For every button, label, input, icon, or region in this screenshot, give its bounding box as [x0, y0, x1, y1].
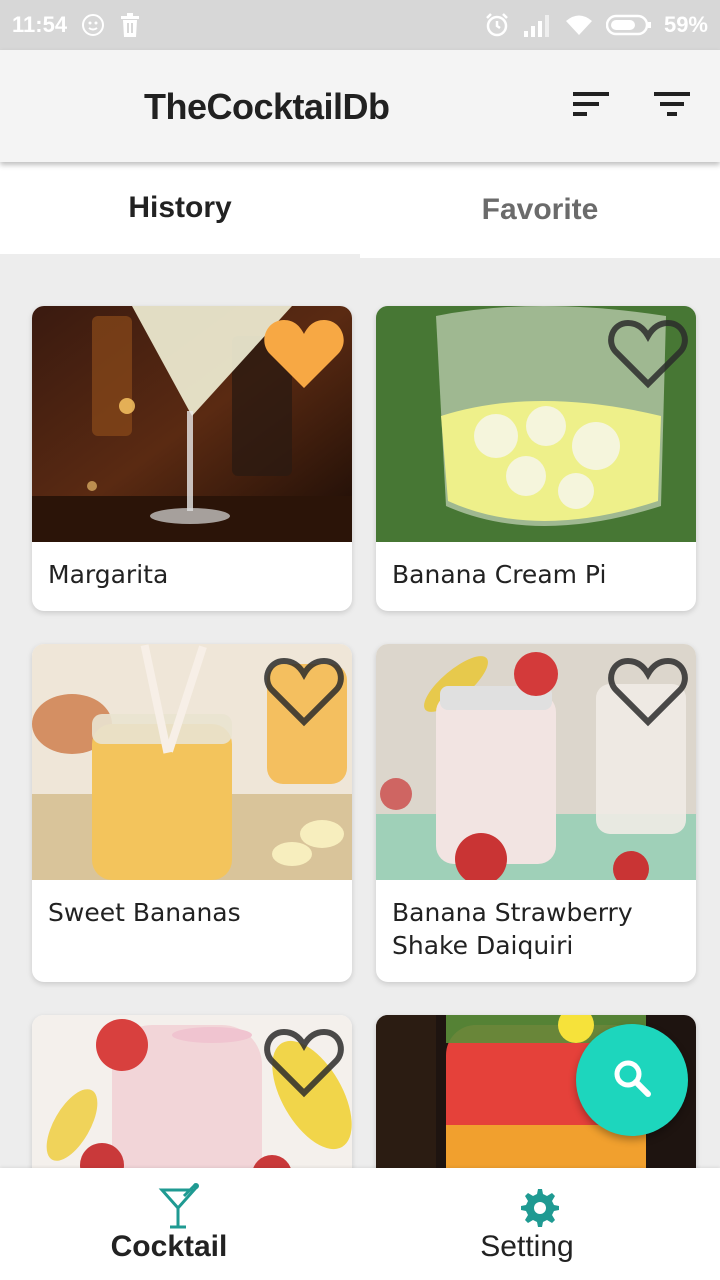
- battery-percent: 59%: [663, 12, 708, 37]
- nav-label-setting: Setting: [480, 1230, 574, 1263]
- gear-icon: [518, 1182, 562, 1230]
- drink-card[interactable]: Sweet Bananas: [32, 644, 352, 982]
- status-bar: 11:54 59%: [0, 0, 720, 50]
- bottom-nav: Cocktail Setting: [0, 1168, 720, 1280]
- battery-icon: [605, 13, 652, 37]
- signal-icon: [522, 13, 552, 37]
- alarm-icon: [484, 12, 510, 38]
- tab-favorite[interactable]: Favorite: [360, 162, 720, 258]
- drink-card[interactable]: [32, 1015, 352, 1168]
- trash-icon: [119, 13, 141, 37]
- drink-name: Banana Strawberry Shake Daiquiri: [392, 898, 633, 960]
- status-time: 11:54: [12, 12, 68, 37]
- drink-name: Banana Cream Pi: [392, 560, 607, 589]
- drink-card[interactable]: Banana Strawberry Shake Daiquiri: [376, 644, 696, 982]
- filter-icon: [653, 90, 691, 123]
- nav-item-setting[interactable]: Setting: [360, 1168, 720, 1280]
- favorite-heart-icon[interactable]: [606, 654, 690, 730]
- face-icon: [81, 13, 105, 37]
- sort-button[interactable]: [570, 88, 614, 124]
- sort-icon: [573, 90, 611, 123]
- tab-bar: History Favorite: [0, 162, 720, 258]
- favorite-heart-icon[interactable]: [262, 1025, 346, 1101]
- app-title: TheCocktailDb: [144, 86, 390, 127]
- favorite-heart-icon[interactable]: [262, 316, 346, 392]
- favorite-heart-icon[interactable]: [262, 654, 346, 730]
- wifi-icon: [564, 13, 594, 37]
- search-button[interactable]: [576, 1024, 688, 1136]
- nav-item-cocktail[interactable]: Cocktail: [0, 1168, 360, 1280]
- drink-card[interactable]: Banana Cream Pi: [376, 306, 696, 611]
- app-bar: TheCocktailDb: [0, 50, 720, 162]
- cocktail-glass-icon: [158, 1182, 202, 1230]
- tab-history[interactable]: History: [0, 162, 360, 254]
- favorite-heart-icon[interactable]: [606, 316, 690, 392]
- drink-name: Sweet Bananas: [48, 898, 241, 927]
- nav-label-cocktail: Cocktail: [110, 1230, 228, 1263]
- drink-name: Margarita: [48, 560, 169, 589]
- search-icon: [612, 1058, 652, 1103]
- drink-card[interactable]: Margarita: [32, 306, 352, 611]
- filter-button[interactable]: [650, 88, 694, 124]
